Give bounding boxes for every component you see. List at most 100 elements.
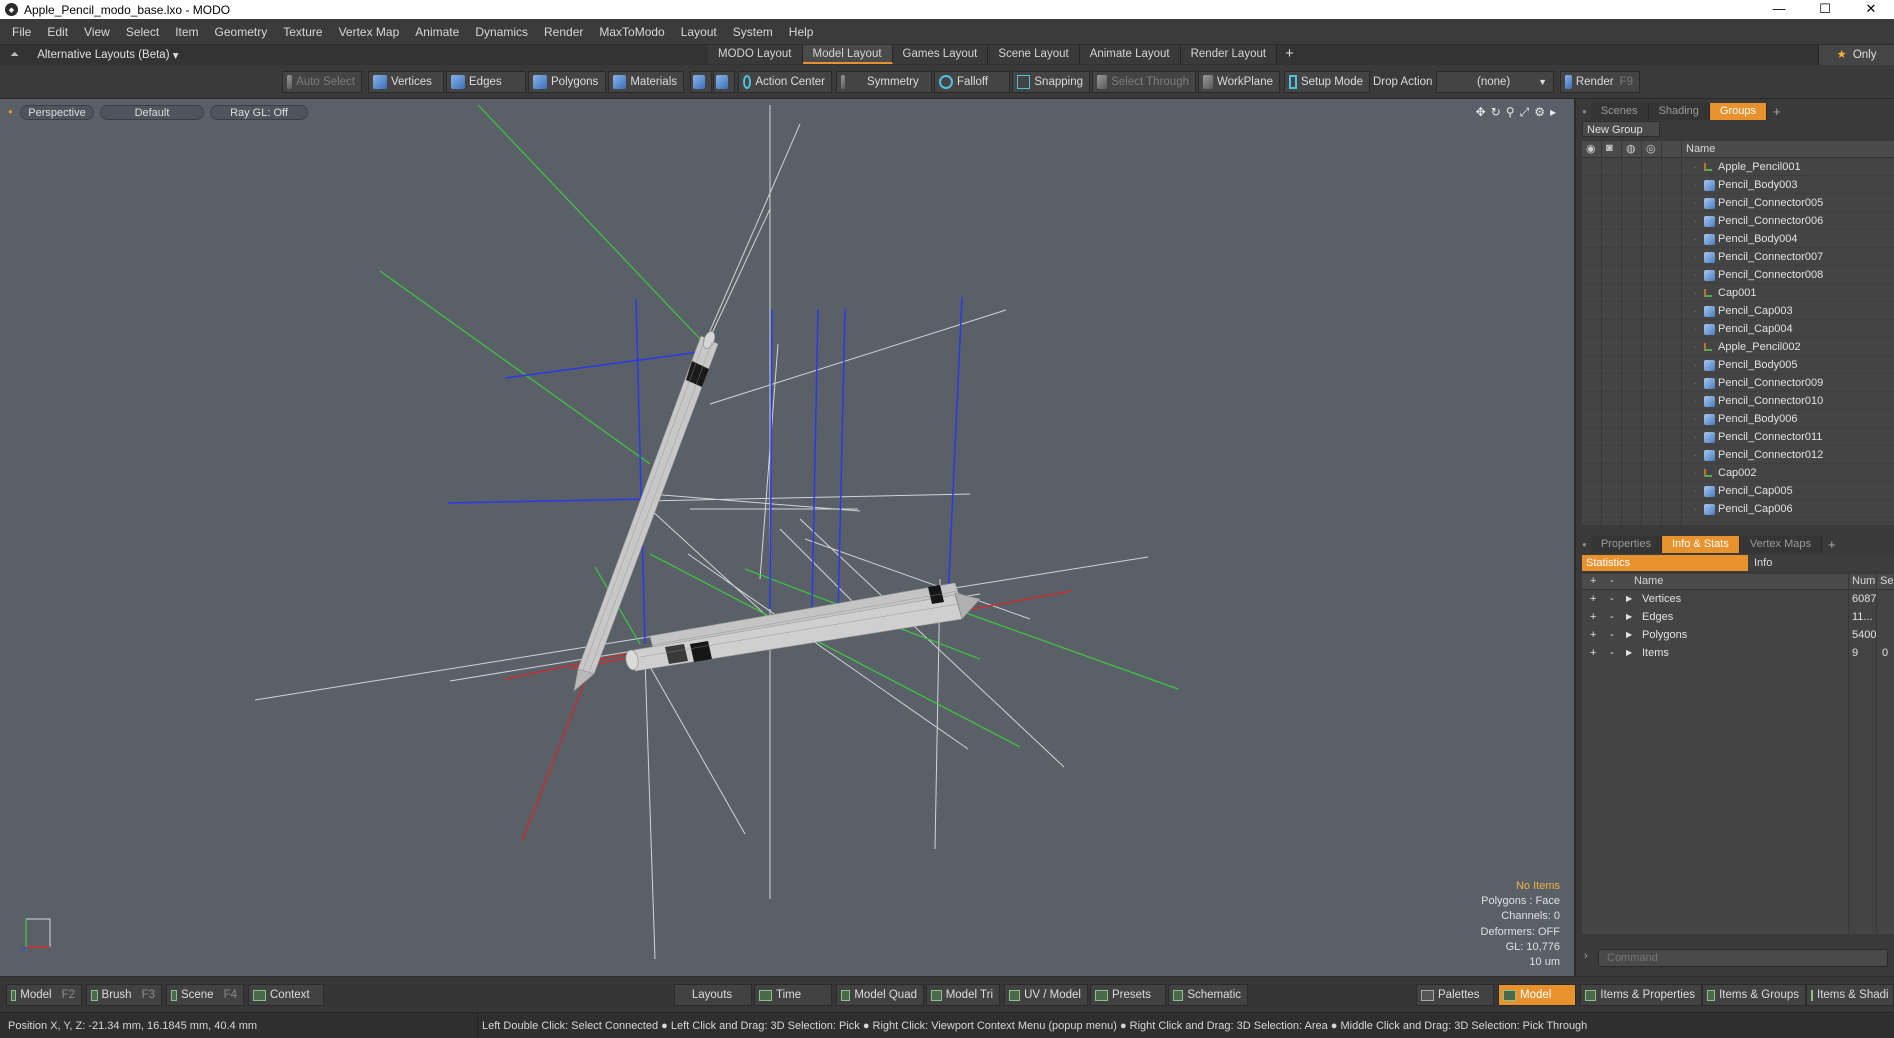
brush-mode-button[interactable]: Brush F3 bbox=[86, 984, 162, 1006]
falloff-button[interactable]: Falloff bbox=[934, 71, 1010, 93]
menu-texture[interactable]: Texture bbox=[275, 25, 330, 39]
alternative-layouts-dropdown[interactable]: ⏶ Alternative Layouts (Beta) ▾ bbox=[10, 48, 179, 63]
list-item[interactable]: - Pencil_Body003 bbox=[1582, 176, 1894, 194]
disclosure-arrow-icon[interactable]: ▶ bbox=[1626, 608, 1632, 626]
list-item[interactable]: - Pencil_Body004 bbox=[1582, 230, 1894, 248]
vertices-button[interactable]: Vertices bbox=[368, 71, 444, 93]
add-layout-icon[interactable]: + bbox=[1277, 45, 1302, 65]
collapse-row-icon[interactable]: - bbox=[1610, 590, 1614, 608]
table-row[interactable]: + - ▶ Vertices 6087 bbox=[1582, 590, 1894, 608]
expand-all-icon[interactable]: + bbox=[1590, 575, 1596, 587]
menu-maxtomodo[interactable]: MaxToModo bbox=[591, 25, 672, 39]
list-item[interactable]: - Pencil_Cap005 bbox=[1582, 482, 1894, 500]
tab-games-layout[interactable]: Games Layout bbox=[892, 45, 989, 64]
snapping-button[interactable]: Snapping bbox=[1012, 71, 1090, 93]
view-type-button[interactable]: Perspective bbox=[20, 105, 94, 120]
menu-view[interactable]: View bbox=[76, 25, 118, 39]
expand-row-icon[interactable]: + bbox=[1590, 626, 1596, 644]
symmetry-button[interactable]: Symmetry bbox=[836, 71, 932, 93]
panel-menu-dot-icon[interactable]: ● bbox=[1582, 540, 1587, 549]
subtab-info[interactable]: Info bbox=[1748, 555, 1894, 571]
command-arrow-icon[interactable]: › bbox=[1584, 950, 1588, 962]
menu-vertex-map[interactable]: Vertex Map bbox=[331, 25, 408, 39]
setup-mode-button[interactable]: Setup Mode bbox=[1284, 71, 1370, 93]
menu-edit[interactable]: Edit bbox=[39, 25, 76, 39]
list-item[interactable]: - Pencil_Connector012 bbox=[1582, 446, 1894, 464]
menu-select[interactable]: Select bbox=[118, 25, 167, 39]
table-row[interactable]: + - ▶ Items 9 0 bbox=[1582, 644, 1894, 662]
expand-row-icon[interactable]: + bbox=[1590, 608, 1596, 626]
tab-animate-layout[interactable]: Animate Layout bbox=[1079, 45, 1181, 64]
list-item[interactable]: - Pencil_Connector005 bbox=[1582, 194, 1894, 212]
layouts-button[interactable]: Layouts bbox=[674, 984, 752, 1006]
list-item[interactable]: - Pencil_Body005 bbox=[1582, 356, 1894, 374]
model-quad-button[interactable]: Model Quad bbox=[836, 984, 924, 1006]
model-active-button[interactable]: Model bbox=[1498, 984, 1576, 1006]
items-groups-button[interactable]: Items & Groups bbox=[1702, 984, 1806, 1006]
panel-menu-dot-icon[interactable]: ● bbox=[1582, 107, 1587, 116]
polygons-button[interactable]: Polygons bbox=[528, 71, 606, 93]
menu-system[interactable]: System bbox=[725, 25, 781, 39]
model-tri-button[interactable]: Model Tri bbox=[926, 984, 1000, 1006]
zoom-icon[interactable]: ⚲ bbox=[1506, 105, 1515, 120]
action-center-button[interactable]: Action Center bbox=[738, 71, 832, 93]
list-item[interactable]: - Pencil_Connector011 bbox=[1582, 428, 1894, 446]
add-tab-icon[interactable]: + bbox=[1773, 104, 1781, 119]
workplane-button[interactable]: WorkPlane bbox=[1198, 71, 1280, 93]
list-item[interactable]: - Pencil_Connector008 bbox=[1582, 266, 1894, 284]
maximize-button[interactable]: ☐ bbox=[1802, 0, 1848, 19]
menu-dynamics[interactable]: Dynamics bbox=[467, 25, 536, 39]
pan-icon[interactable]: ✥ bbox=[1476, 105, 1486, 120]
minimize-button[interactable]: — bbox=[1756, 0, 1802, 19]
tab-vertex-maps[interactable]: Vertex Maps bbox=[1739, 535, 1822, 553]
collapse-row-icon[interactable]: - bbox=[1610, 644, 1614, 662]
palettes-button[interactable]: Palettes bbox=[1416, 984, 1494, 1006]
presets-button[interactable]: Presets bbox=[1090, 984, 1166, 1006]
rotate-icon[interactable]: ↻ bbox=[1491, 105, 1501, 120]
tab-shading[interactable]: Shading bbox=[1648, 102, 1710, 120]
tab-groups[interactable]: Groups bbox=[1709, 102, 1767, 120]
expand-row-icon[interactable]: + bbox=[1590, 590, 1596, 608]
list-item[interactable]: - Pencil_Connector007 bbox=[1582, 248, 1894, 266]
3d-viewport[interactable]: ● Perspective Default Ray GL: Off ✥ ↻ ⚲ … bbox=[0, 99, 1574, 976]
schematic-button[interactable]: Schematic bbox=[1168, 984, 1248, 1006]
menu-file[interactable]: File bbox=[4, 25, 39, 39]
tab-scenes[interactable]: Scenes bbox=[1590, 102, 1649, 120]
shading-mode-button[interactable]: Default bbox=[100, 105, 204, 120]
list-item[interactable]: - Pencil_Body006 bbox=[1582, 410, 1894, 428]
only-button[interactable]: ★ Only bbox=[1818, 45, 1894, 65]
tab-render-layout[interactable]: Render Layout bbox=[1180, 45, 1278, 64]
tab-properties[interactable]: Properties bbox=[1590, 535, 1662, 553]
disclosure-arrow-icon[interactable]: ▶ bbox=[1626, 590, 1632, 608]
list-item[interactable]: - Cap001 bbox=[1582, 284, 1894, 302]
table-row[interactable]: + - ▶ Edges 11... bbox=[1582, 608, 1894, 626]
menu-item[interactable]: Item bbox=[167, 25, 206, 39]
drop-action-select[interactable]: (none) ▼ bbox=[1436, 71, 1554, 93]
context-button[interactable]: Context bbox=[248, 984, 324, 1006]
ray-gl-button[interactable]: Ray GL: Off bbox=[210, 105, 308, 120]
new-group-button[interactable]: New Group bbox=[1582, 121, 1660, 137]
select-through-button[interactable]: Select Through bbox=[1092, 71, 1196, 93]
auto-select-button[interactable]: Auto Select bbox=[282, 71, 362, 93]
edges-button[interactable]: Edges bbox=[446, 71, 526, 93]
fit-icon[interactable]: ⤢ bbox=[1520, 105, 1530, 120]
table-row[interactable]: + - ▶ Polygons 5400 bbox=[1582, 626, 1894, 644]
collapse-arrow-icon[interactable]: ⏶ bbox=[10, 49, 19, 62]
tab-scene-layout[interactable]: Scene Layout bbox=[988, 45, 1080, 64]
add-tab-icon[interactable]: + bbox=[1828, 537, 1836, 552]
render-button[interactable]: Render F9 bbox=[1560, 71, 1640, 93]
scene-mode-button[interactable]: Scene F4 bbox=[166, 984, 244, 1006]
element-select-alt-button[interactable] bbox=[713, 71, 735, 93]
collapse-row-icon[interactable]: - bbox=[1610, 626, 1614, 644]
list-item[interactable]: - Pencil_Cap004 bbox=[1582, 320, 1894, 338]
menu-render[interactable]: Render bbox=[536, 25, 591, 39]
list-item[interactable]: - Pencil_Cap003 bbox=[1582, 302, 1894, 320]
disclosure-arrow-icon[interactable]: ▶ bbox=[1626, 626, 1632, 644]
list-item[interactable]: - Apple_Pencil002 bbox=[1582, 338, 1894, 356]
list-item[interactable]: - Pencil_Connector006 bbox=[1582, 212, 1894, 230]
disclosure-arrow-icon[interactable]: ▶ bbox=[1626, 644, 1632, 662]
menu-animate[interactable]: Animate bbox=[407, 25, 467, 39]
command-input[interactable] bbox=[1598, 949, 1888, 967]
list-item[interactable]: - Apple_Pencil001 bbox=[1582, 158, 1894, 176]
materials-button[interactable]: Materials bbox=[608, 71, 684, 93]
